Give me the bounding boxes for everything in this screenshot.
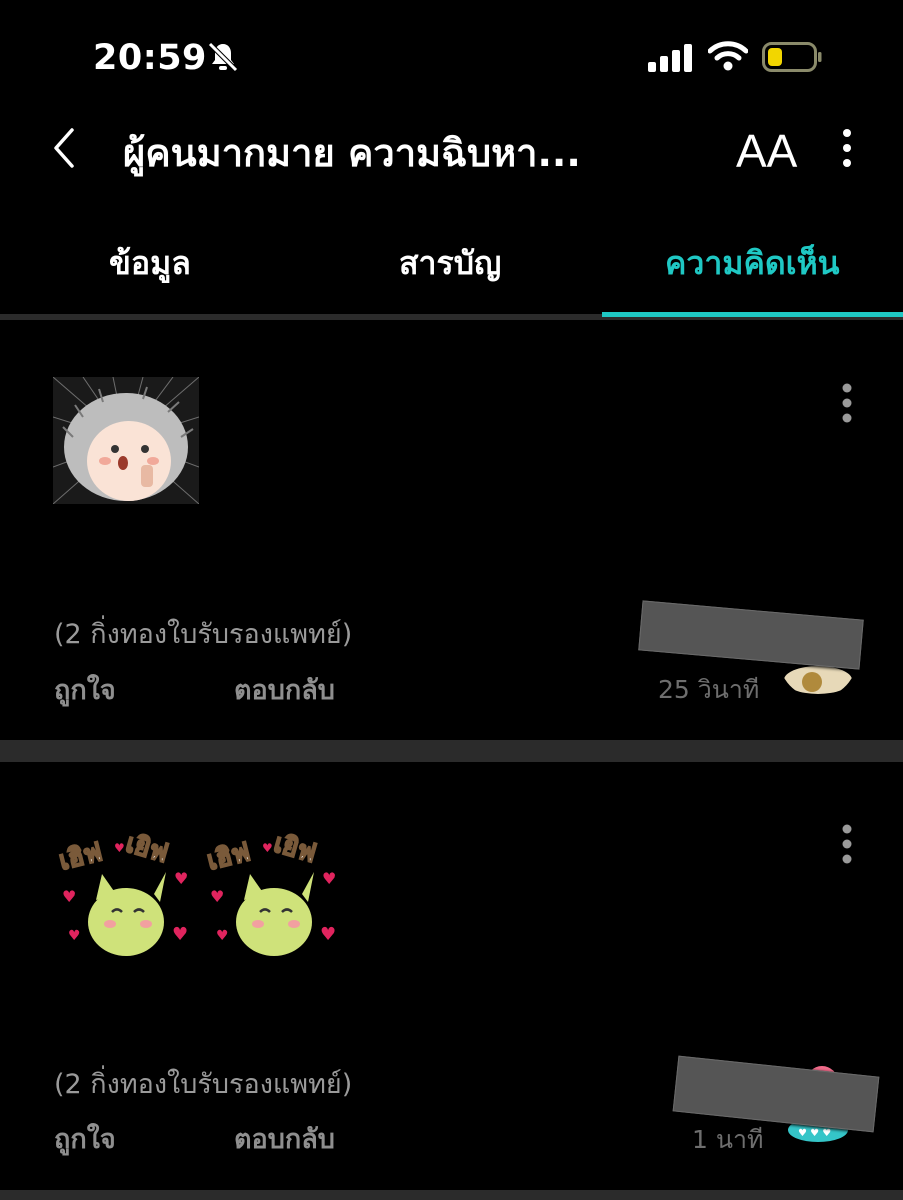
- chevron-left-icon[interactable]: [50, 126, 78, 170]
- sticker-text: เยิฟ: [270, 829, 319, 870]
- like-button[interactable]: ถูกใจ: [54, 1117, 116, 1160]
- svg-text:♥: ♥: [172, 924, 188, 945]
- tab-info[interactable]: ข้อมูล: [109, 238, 191, 289]
- tab-table-of-contents[interactable]: สารบัญ: [399, 238, 501, 289]
- yay-cats-sticker: เฮิฟ เยิฟ ♥ ♥ ♥ ♥ ♥ เฮิฟ เยิฟ ♥ ♥ ♥ ♥ ♥: [55, 828, 336, 956]
- svg-text:♥: ♥: [216, 928, 229, 944]
- sticker-text: เยิฟ: [122, 829, 171, 870]
- svg-text:♥: ♥: [322, 869, 336, 888]
- comment-divider: [0, 740, 903, 762]
- svg-text:♥: ♥: [68, 928, 81, 944]
- gift-text: (2 กิ่งทองใบรับรองแพทย์): [54, 1069, 353, 1100]
- sticker-text: เฮิฟ: [56, 837, 105, 877]
- comment-timestamp: 1 นาที: [692, 1125, 764, 1154]
- redaction-box: [638, 600, 864, 670]
- comment-divider: [0, 1190, 903, 1200]
- svg-text:♥: ♥: [174, 869, 188, 888]
- svg-text:♥: ♥: [114, 841, 125, 855]
- vertical-dots-icon[interactable]: [832, 126, 862, 170]
- page-title: ผู้คนมากมาย ความฉิบหา...: [123, 131, 581, 175]
- svg-text:♥ ♥ ♥: ♥ ♥ ♥: [798, 1128, 831, 1139]
- tab-comments[interactable]: ความคิดเห็น: [665, 238, 840, 289]
- font-size-label: AA: [736, 125, 798, 177]
- status-time: 20:59: [93, 38, 207, 78]
- bell-slash-icon: [208, 42, 238, 72]
- cellular-signal-icon: [648, 44, 692, 72]
- sticker-text: เฮิฟ: [204, 837, 253, 877]
- svg-text:♥: ♥: [262, 841, 273, 855]
- svg-text:♥: ♥: [210, 887, 224, 906]
- comment-timestamp: 25 วินาที: [658, 675, 760, 704]
- gift-text: (2 กิ่งทองใบรับรองแพทย์): [54, 619, 353, 650]
- font-size-button[interactable]: AA: [736, 124, 797, 178]
- like-button[interactable]: ถูกใจ: [54, 668, 116, 711]
- comment-options-icon[interactable]: [837, 822, 857, 866]
- hedgehog-sticker: [53, 377, 199, 504]
- reply-button[interactable]: ตอบกลับ: [234, 668, 335, 711]
- svg-text:♥: ♥: [62, 887, 76, 906]
- wifi-icon: [708, 41, 748, 71]
- svg-text:♥: ♥: [320, 924, 336, 945]
- tab-active-indicator: [602, 312, 903, 317]
- battery-low-icon: [762, 42, 822, 72]
- comment-options-icon[interactable]: [837, 381, 857, 425]
- reply-button[interactable]: ตอบกลับ: [234, 1117, 335, 1160]
